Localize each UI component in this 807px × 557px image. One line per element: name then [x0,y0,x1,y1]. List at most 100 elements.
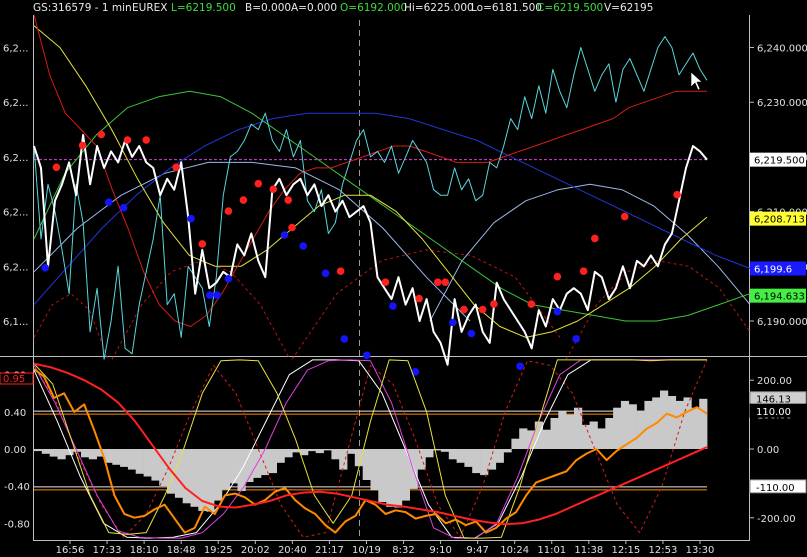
histogram-bar [112,449,121,465]
high-marker-dot [591,234,599,243]
histogram-bar [159,449,168,487]
histogram-bar [620,400,630,449]
low-marker-dot [516,362,524,371]
histogram-bar [417,449,426,470]
price-tick-label: 6,240.000 [757,44,807,55]
indicator-left-marker: 0.95 [3,374,25,385]
high-marker-dot [553,272,562,281]
indicator-panel [33,359,708,539]
time-tick-label: 8:32 [392,545,414,556]
time-tick-label: 17:33 [93,545,122,556]
indicator-right-tick-label: -200.00 [757,514,796,525]
low-marker-dot [389,302,397,310]
high-marker-dot [97,130,106,139]
time-tick-label: 21:17 [315,545,344,556]
price-line [33,134,708,366]
chart-header: GS:316579 - 1 min EUREX L=6219.500 B=0.0… [0,0,807,15]
price-left-tick-label: 6,2... [3,262,28,273]
indicator-left-tick-label: -0.40 [4,482,30,493]
time-tick-label: 12:53 [649,545,678,556]
price-panel [33,14,751,376]
high-marker-dot [284,196,293,204]
low-marker-dot [340,335,349,343]
trading-chart: GS:316579 - 1 min EUREX L=6219.500 B=0.0… [0,0,807,556]
header-close: C=6219.500 [537,2,603,14]
time-tick-label: 10:24 [500,545,529,556]
histogram-bar [636,411,645,449]
histogram-bar [307,449,317,452]
time-tick-label: 16:56 [56,545,85,556]
high-marker-dot [441,278,450,287]
histogram-bar [57,449,66,460]
histogram-bar [448,449,457,460]
histogram-bar [41,449,50,454]
low-marker-dot [572,335,580,343]
histogram-bar [174,449,184,498]
price-left-tick-label: 6,2... [3,44,28,55]
header-ask: A=0.000 [291,2,337,14]
high-marker-dot [123,136,132,144]
low-marker-dot [553,307,562,316]
high-marker-dot [172,163,180,172]
histogram-bar [378,449,387,502]
histogram-bar [511,438,520,449]
price-label-text: 6,208.713 [754,215,805,226]
high-marker-dot [434,278,442,287]
histogram-bar [519,428,528,449]
indicator-right-tick-label: 0.00 [757,445,779,456]
histogram-bar [581,424,590,449]
histogram-bar [49,449,58,457]
histogram-bar [597,428,606,449]
high-marker-dot [381,278,390,287]
high-marker-dot [478,305,487,314]
header-open: O=6192.000 [340,2,407,14]
header-symbol: GS:316579 - 1 min [33,2,132,14]
histogram-bar [88,449,97,460]
histogram-bar [613,407,622,449]
high-marker-dot [224,207,233,215]
high-marker-dot [78,141,87,150]
histogram-bar [339,449,348,470]
time-axis: 16:56 17:33 18:10 18:48 19:25 20:02 20:40 21:17… [56,540,715,556]
time-tick-label: 13:30 [686,545,715,556]
histogram-bar [667,396,677,449]
histogram-bar [284,449,293,458]
dashed-red-arc-1 [33,293,109,360]
histogram-bar [315,449,324,454]
time-tick-label: 9:47 [466,545,488,556]
histogram-bar [691,407,700,449]
price-label-text: 6,219.500 [754,156,805,167]
histogram-bar [81,449,90,458]
low-marker-dot [467,329,476,338]
time-tick-label: 20:40 [278,545,307,556]
histogram-bar [440,449,450,452]
high-marker-dot [239,196,248,204]
high-marker-dot [673,190,681,199]
histogram-bar [221,449,230,490]
header-high: Hi=6225.000 [404,2,474,14]
green-curve [33,90,751,322]
time-tick-label: 19:25 [204,545,233,556]
mouse-cursor-icon [690,71,703,91]
red-curve [33,14,707,327]
high-marker-dot [254,179,263,188]
low-marker-dot [205,291,214,300]
indicator-left-tick-label: 0.40 [4,408,26,419]
histogram-bar [566,414,575,449]
histogram-bar [347,449,356,454]
histogram-bar [675,400,684,449]
high-marker-dot [198,240,207,248]
header-last: L=6219.500 [171,2,236,14]
cyan-overlay-line [33,36,708,360]
low-marker-dot [213,291,221,300]
histogram-bar [394,449,403,508]
high-marker-dot [269,185,278,193]
low-marker-dot [449,318,457,327]
price-label-text: 6,194.633 [754,292,805,303]
high-marker-dot [527,300,536,308]
histogram-bar [120,449,129,467]
time-tick-label: 11:01 [537,545,566,556]
histogram-bar [699,398,708,449]
histogram-bar [589,421,598,449]
time-tick-label: 18:10 [130,545,159,556]
